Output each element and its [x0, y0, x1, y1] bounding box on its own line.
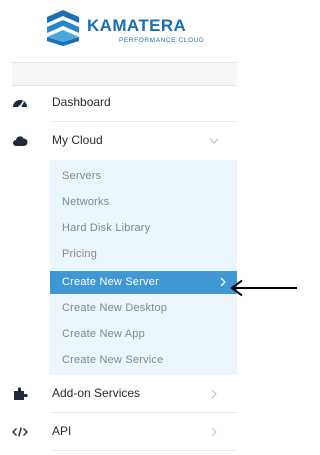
- sidebar: KAMATERA PERFORMANCE CLOUD Dashboard My …: [12, 0, 237, 455]
- submenu-item-label: Pricing: [62, 248, 98, 260]
- submenu-item-label: Create New Server: [62, 276, 159, 288]
- submenu-item-label: Networks: [62, 196, 110, 208]
- submenu-item-servers[interactable]: Servers: [50, 165, 237, 188]
- submenu-item-label: Servers: [62, 170, 102, 182]
- cloud-icon: [13, 136, 28, 146]
- brand-tagline: PERFORMANCE CLOUD: [119, 37, 205, 44]
- sidebar-item-dashboard[interactable]: Dashboard: [12, 84, 237, 122]
- sidebar-item-api[interactable]: API: [12, 413, 237, 451]
- chevron-right-icon: [211, 427, 217, 437]
- sidebar-item-add-on-services[interactable]: Add-on Services: [12, 375, 237, 413]
- submenu-item-create-new-server[interactable]: Create New Server: [50, 271, 237, 294]
- my-cloud-submenu: Servers Networks Hard Disk Library Prici…: [50, 160, 237, 375]
- chevron-down-icon: [209, 138, 219, 144]
- sidebar-item-label: API: [52, 424, 72, 438]
- submenu-item-label: Create New App: [62, 328, 145, 340]
- chevron-right-icon: [220, 277, 226, 287]
- submenu-item-hard-disk-library[interactable]: Hard Disk Library: [50, 217, 237, 240]
- dashboard-icon: [13, 100, 27, 109]
- submenu-item-pricing[interactable]: Pricing: [50, 243, 237, 266]
- chevron-right-icon: [211, 389, 217, 399]
- kamatera-logo-icon: [47, 10, 79, 46]
- sidebar-top-bar: [12, 62, 237, 86]
- brand-name: KAMATERA: [87, 16, 187, 35]
- sidebar-item-my-cloud[interactable]: My Cloud: [12, 122, 237, 160]
- submenu-item-create-new-service[interactable]: Create New Service: [50, 349, 237, 372]
- submenu-item-label: Hard Disk Library: [62, 222, 151, 234]
- code-icon: [12, 427, 28, 437]
- pointer-arrow-icon: [230, 279, 297, 297]
- puzzle-icon: [14, 387, 28, 400]
- submenu-item-label: Create New Service: [62, 354, 164, 366]
- submenu-item-label: Create New Desktop: [62, 302, 168, 314]
- divider: [52, 450, 237, 451]
- sidebar-item-label: Add-on Services: [52, 386, 141, 400]
- sidebar-item-label: My Cloud: [52, 133, 103, 147]
- sidebar-item-label: Dashboard: [52, 95, 111, 109]
- submenu-item-create-new-desktop[interactable]: Create New Desktop: [50, 297, 237, 320]
- submenu-item-create-new-app[interactable]: Create New App: [50, 323, 237, 346]
- brand-logo[interactable]: KAMATERA PERFORMANCE CLOUD: [46, 9, 216, 49]
- submenu-item-networks[interactable]: Networks: [50, 191, 237, 214]
